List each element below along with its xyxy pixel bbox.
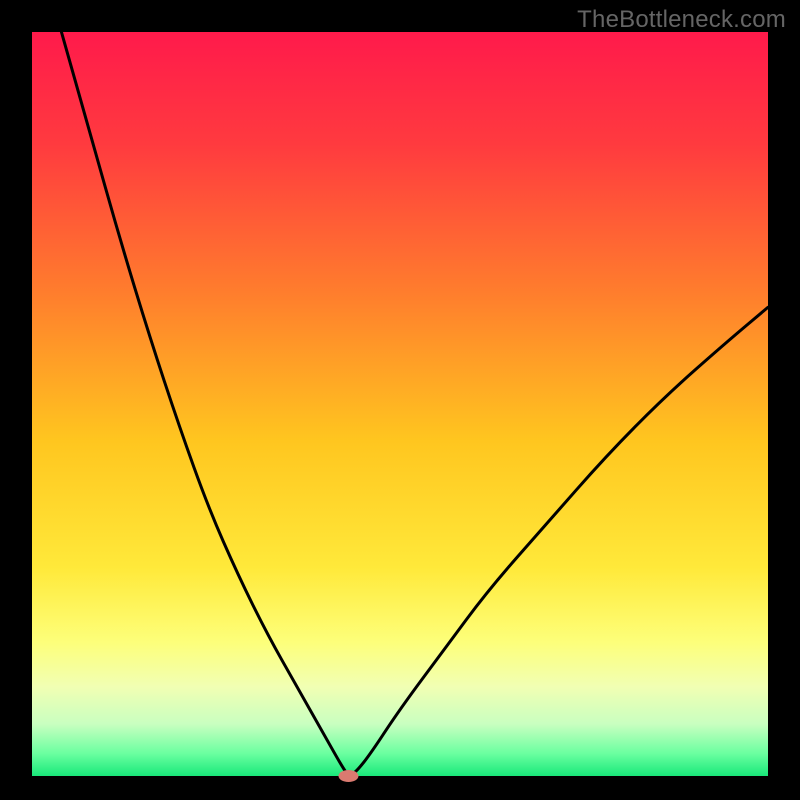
bottleneck-chart [0,0,800,800]
watermark-text: TheBottleneck.com [577,6,786,34]
optimal-point-marker [338,770,358,782]
chart-frame: TheBottleneck.com [0,0,800,800]
